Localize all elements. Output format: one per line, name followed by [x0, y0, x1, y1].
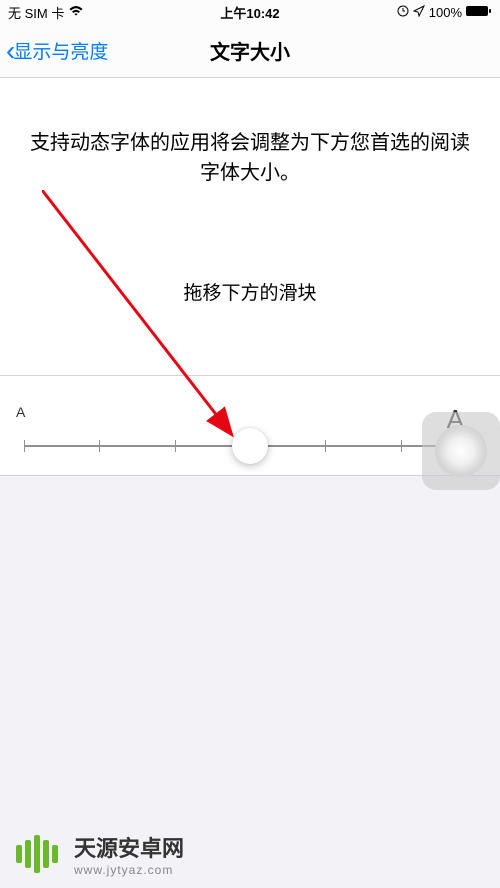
text-size-slider[interactable] — [24, 445, 476, 447]
assistive-touch-button[interactable] — [422, 412, 500, 490]
slider-tick — [325, 440, 326, 452]
watermark-title: 天源安卓网 — [74, 831, 184, 863]
slider-tick — [99, 440, 100, 452]
page-title: 文字大小 — [210, 36, 290, 65]
battery-percent: 100% — [429, 5, 462, 20]
slider-tick — [24, 440, 25, 452]
status-left: 无 SIM 卡 — [8, 3, 84, 22]
description-text: 支持动态字体的应用将会调整为下方您首选的阅读字体大小。 — [26, 128, 474, 188]
slider-label-small: A — [16, 404, 25, 435]
watermark: 天源安卓网 www.jytyaz.com — [0, 820, 500, 888]
back-button[interactable]: ‹ 显示与亮度 — [0, 37, 108, 65]
slider-tick — [175, 440, 176, 452]
location-icon — [413, 5, 425, 20]
slider-thumb[interactable] — [232, 428, 268, 464]
rotation-lock-icon — [397, 5, 409, 20]
wifi-icon — [68, 5, 84, 20]
status-bar: 无 SIM 卡 上午10:42 100% — [0, 0, 500, 24]
status-time: 上午10:42 — [220, 3, 279, 22]
watermark-logo: 天源安卓网 www.jytyaz.com — [16, 831, 184, 877]
back-label: 显示与亮度 — [13, 37, 108, 64]
watermark-url: www.jytyaz.com — [74, 863, 184, 877]
nav-bar: ‹ 显示与亮度 文字大小 — [0, 24, 500, 78]
assistive-touch-icon — [435, 425, 487, 477]
slider-tick — [401, 440, 402, 452]
content-section: 支持动态字体的应用将会调整为下方您首选的阅读字体大小。 拖移下方的滑块 — [0, 78, 500, 376]
battery-icon — [466, 5, 492, 20]
status-right: 100% — [397, 5, 492, 20]
instruction-text: 拖移下方的滑块 — [26, 278, 474, 305]
carrier-text: 无 SIM 卡 — [8, 3, 64, 22]
